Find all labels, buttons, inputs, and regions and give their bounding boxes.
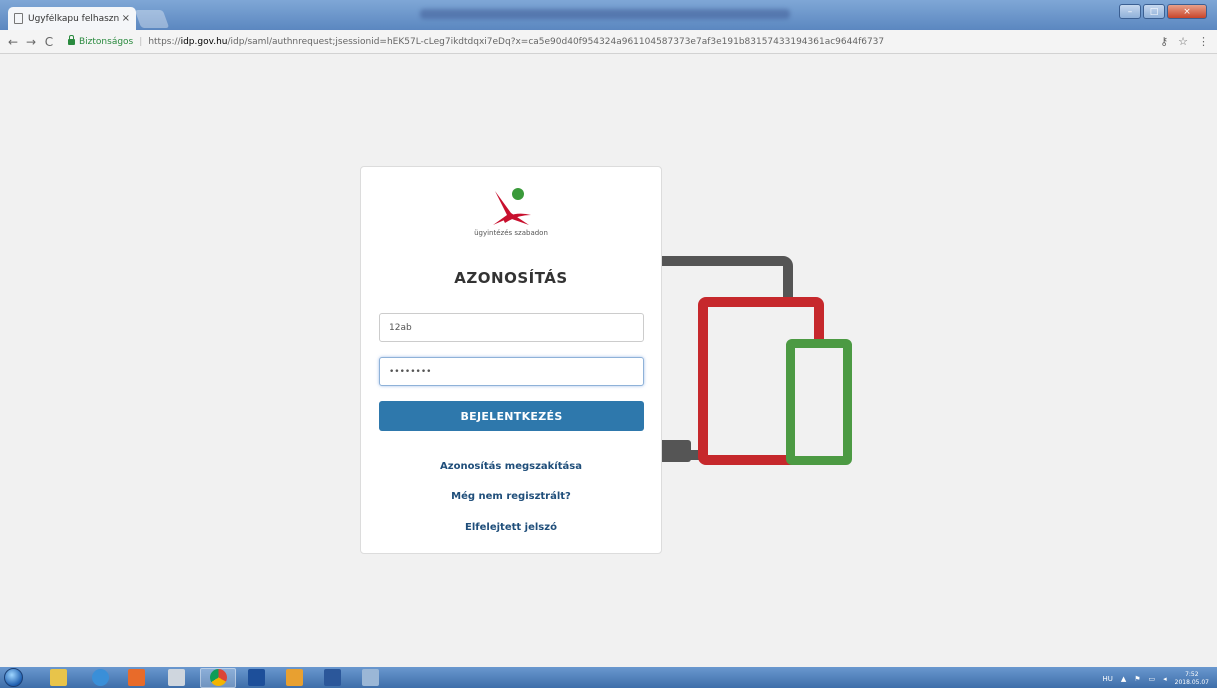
url-prefix: https:// (148, 36, 181, 47)
file-explorer-icon[interactable] (50, 669, 67, 686)
lock-icon[interactable] (68, 34, 75, 45)
page-title: AZONOSÍTÁS (454, 269, 568, 287)
new-tab-button[interactable] (134, 10, 170, 28)
tab-close-icon[interactable]: × (122, 13, 130, 24)
minimize-button[interactable]: – (1119, 4, 1141, 19)
window-title-blurred (420, 9, 790, 19)
internet-explorer-icon[interactable] (92, 669, 109, 686)
system-tray: HU ▲ ⚑ ▭ ◂ 7:52 2018.05.07 (1102, 671, 1209, 687)
show-hidden-icons-icon[interactable]: ▲ (1121, 675, 1126, 683)
clock[interactable]: 7:52 2018.05.07 (1175, 671, 1209, 687)
password-field[interactable]: •••••••• (379, 357, 644, 386)
forgot-password-link[interactable]: Elfelejtett jelszó (361, 522, 661, 533)
start-button[interactable] (4, 668, 23, 687)
media-player-icon[interactable] (128, 669, 145, 686)
clock-time: 7:52 (1185, 671, 1199, 678)
calculator-icon[interactable] (168, 669, 185, 686)
login-card: ügyintézés szabadon AZONOSÍTÁS 12ab ••••… (360, 166, 662, 554)
word-icon[interactable] (324, 669, 341, 686)
language-indicator[interactable]: HU (1102, 675, 1112, 683)
forward-arrow-icon[interactable]: → (22, 35, 40, 49)
login-button[interactable]: BEJELENTKEZÉS (379, 401, 644, 431)
action-center-flag-icon[interactable]: ⚑ (1134, 675, 1140, 683)
paint-icon[interactable] (362, 669, 379, 686)
window-controls: – □ × (1119, 4, 1207, 19)
register-link[interactable]: Még nem regisztrált? (361, 491, 661, 502)
address-bar: ← → C Biztonságos | https://idp.gov.hu/i… (0, 30, 1217, 54)
reload-icon[interactable]: C (40, 35, 58, 49)
chrome-icon[interactable] (210, 669, 227, 686)
browser-tab[interactable]: Ügyfélkapu felhasználó × (8, 7, 136, 30)
save-disk-icon[interactable] (248, 669, 265, 686)
phone-illustration (786, 339, 852, 465)
url-field[interactable]: https://idp.gov.hu/idp/saml/authnrequest… (148, 37, 884, 47)
star-icon[interactable]: ☆ (1178, 35, 1188, 48)
network-icon[interactable]: ▭ (1149, 675, 1156, 683)
volume-icon[interactable]: ◂ (1163, 675, 1167, 683)
url-separator: | (139, 36, 143, 47)
username-field[interactable]: 12ab (379, 313, 644, 342)
ugyfelkapu-logo (493, 188, 531, 225)
page-icon (14, 13, 23, 24)
browser-titlebar: Ügyfélkapu felhasználó × – □ × (0, 0, 1217, 30)
url-path: /idp/saml/authnrequest;jsessionid=hEK57L… (227, 36, 885, 47)
clock-date: 2018.05.07 (1174, 679, 1209, 686)
url-host: idp.gov.hu (180, 36, 228, 47)
logo-tagline: ügyintézés szabadon (474, 229, 548, 237)
cancel-auth-link[interactable]: Azonosítás megszakítása (361, 461, 661, 472)
back-arrow-icon[interactable]: ← (4, 35, 22, 49)
address-actions: ⚷ ☆ ⋮ (1160, 35, 1209, 48)
key-icon[interactable]: ⚷ (1160, 35, 1168, 48)
secure-label[interactable]: Biztonságos (79, 37, 133, 47)
menu-dots-icon[interactable]: ⋮ (1198, 35, 1209, 48)
taskbar: HU ▲ ⚑ ▭ ◂ 7:52 2018.05.07 (0, 667, 1217, 688)
outlook-icon[interactable] (286, 669, 303, 686)
close-window-button[interactable]: × (1167, 4, 1207, 19)
tab-title: Ügyfélkapu felhasználó (28, 13, 119, 24)
maximize-button[interactable]: □ (1143, 4, 1165, 19)
